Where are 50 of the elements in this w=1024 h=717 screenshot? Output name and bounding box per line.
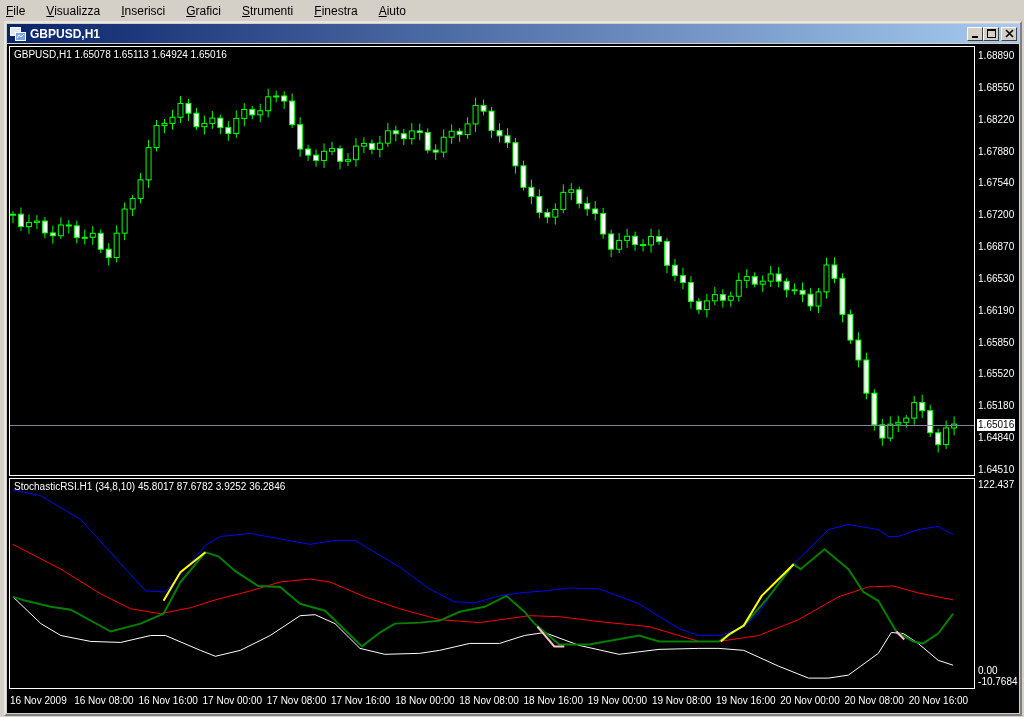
maximize-button[interactable] (983, 26, 999, 41)
menu-item[interactable]: File (4, 3, 34, 18)
time-label: 16 Nov 08:00 (74, 694, 135, 706)
price-label: 1.66190 (978, 304, 1016, 317)
menu-item[interactable]: Grafici (184, 3, 229, 18)
menu-item[interactable]: Strumenti (239, 3, 302, 18)
price-label: 1.67540 (978, 177, 1016, 190)
price-label: 1.67200 (978, 209, 1016, 222)
minimize-icon (972, 35, 978, 38)
time-label: 20 Nov 16:00 (908, 694, 970, 706)
time-label: 19 Nov 08:00 (651, 694, 713, 706)
time-label: 18 Nov 16:00 (523, 694, 584, 706)
menu-item[interactable]: Aiuto (376, 3, 415, 18)
scale-label: 0.00 (978, 665, 998, 677)
scale-label: 122.437 (978, 479, 1015, 491)
price-label: 1.68220 (978, 113, 1016, 126)
time-label: 20 Nov 00:00 (780, 694, 841, 706)
menu-item[interactable]: Finestra (312, 3, 366, 18)
menu-item[interactable]: Inserisci (119, 3, 174, 18)
chart-legend: GBPUSD,H1 1.65078 1.65113 1.64924 1.65016 (14, 49, 227, 60)
price-label: 1.68550 (978, 81, 1016, 94)
price-label: 1.65850 (978, 336, 1016, 349)
price-label: 1.68890 (978, 50, 1016, 62)
price-label: 1.65520 (978, 368, 1016, 381)
time-label: 19 Nov 00:00 (587, 694, 649, 706)
time-label: 17 Nov 16:00 (330, 694, 392, 706)
window-title: GBPUSD,H1 (30, 26, 100, 41)
current-price-label: 1.65016 (977, 419, 1016, 431)
price-label: 1.64840 (978, 432, 1016, 445)
time-label: 16 Nov 16:00 (138, 694, 199, 706)
price-label: 1.66530 (978, 272, 1016, 285)
maximize-icon (986, 29, 996, 38)
time-label: 18 Nov 00:00 (395, 694, 456, 706)
time-label: 16 Nov 2009 (10, 694, 68, 706)
time-label: 17 Nov 08:00 (266, 694, 328, 706)
price-label: 1.67880 (978, 145, 1016, 158)
time-label: 18 Nov 08:00 (459, 694, 520, 706)
indicator-legend: StochasticRSI.H1 (34,8,10) 45.8017 87.6782 3.9252 36.2846 (14, 481, 286, 492)
time-label: 17 Nov 00:00 (202, 694, 264, 706)
close-icon (1004, 29, 1014, 38)
price-label: 1.64510 (978, 463, 1016, 476)
chart-window-icon (10, 26, 26, 41)
menu-item[interactable]: Visualizza (44, 3, 109, 18)
minimize-button[interactable] (967, 26, 983, 41)
close-button[interactable] (1001, 26, 1017, 41)
price-label: 1.66870 (978, 241, 1016, 254)
time-label: 19 Nov 16:00 (716, 694, 777, 706)
price-label: 1.65180 (978, 400, 1016, 413)
time-label: 20 Nov 08:00 (844, 694, 905, 706)
scale-label: -10.7684 (978, 676, 1018, 688)
